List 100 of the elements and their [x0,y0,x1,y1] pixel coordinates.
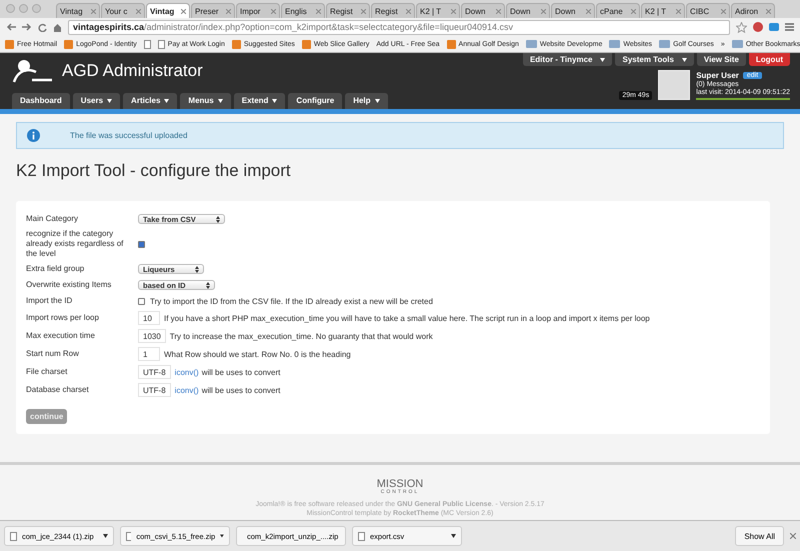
close-icon[interactable] [541,8,546,14]
select-arrows-icon [206,282,210,288]
browser-tab[interactable]: CIBC [686,3,730,18]
caret-icon [374,99,380,103]
toolbar-button[interactable]: System Tools [615,53,694,66]
hint-text: will be uses to convert [202,386,280,394]
iconv-link[interactable]: iconv() [174,386,199,394]
caret-icon [107,99,112,103]
hint-text: If you have a short PHP max_execution_time you will have to take a small value here. The script run in a loop and import x items per loop [164,314,650,322]
close-icon[interactable] [136,8,141,14]
address-bar[interactable]: vintagespirits.ca/administrator/index.php?option=com_k2import&task=selectcategory&file=liqueur040914.csv [68,20,730,34]
file-icon [126,532,132,540]
close-icon[interactable] [361,8,366,14]
menu-tab[interactable]: Menus [180,93,231,109]
field-label: recognize if the category already exists regardless of the level [26,229,124,259]
browser-tab[interactable]: Impor [236,3,280,18]
user-name: Super User [696,71,739,80]
browser-tab[interactable]: K2 | T [641,3,685,18]
site-title: AGD Administrator [62,61,203,81]
menu-tab[interactable]: Articles [123,93,178,109]
hint-text: Try to increase the max_execution_time. No guaranty that that would work [170,332,433,340]
input-field[interactable]: 1030 [138,329,166,343]
caret-icon [600,58,606,62]
close-icon[interactable] [316,8,321,14]
caret-icon [682,58,687,62]
input-field[interactable]: 10 [138,311,160,325]
bookmark-link[interactable] [144,40,151,48]
browser-tab[interactable]: Vintag [146,3,190,18]
menu-icon[interactable] [785,23,794,31]
site-icon [302,40,311,48]
close-icon[interactable] [676,8,681,14]
logo-icon [12,58,54,84]
menu-tab[interactable]: Users [72,93,120,109]
page-title: K2 Import Tool - configure the import [16,161,292,181]
footer-logo-text: MISSION [376,479,424,490]
browser-tab[interactable]: Englis [281,3,325,18]
forward-arrow-icon[interactable] [22,23,32,31]
select-arrows-icon [194,266,199,272]
close-icon[interactable] [766,8,771,14]
hint-text: will be uses to convert [202,368,280,376]
menu-tab[interactable]: Extend [234,93,286,109]
show-all-button[interactable]: Show All [735,526,784,546]
folder-icon [526,40,537,48]
browser-tab[interactable]: Down [506,3,550,18]
caret-icon [220,534,224,538]
browser-tab[interactable]: Preser [191,3,235,18]
checkbox[interactable] [138,240,145,248]
close-icon[interactable] [496,8,501,14]
browser-tab[interactable]: Down [461,3,505,18]
field-label: Import rows per loop [26,313,100,323]
browser-tab[interactable]: cPane [596,3,640,18]
field-label: Max execution time [26,331,96,341]
close-icon[interactable] [721,8,726,14]
hint-text: What Row should we start. Row No. 0 is the heading [164,350,351,358]
menu-tab[interactable]: Configure [288,93,342,109]
toolbar-button[interactable]: View Site [696,53,746,66]
close-icon[interactable] [271,8,276,14]
folder-icon [609,40,620,48]
toolbar-button[interactable]: Editor - Tinymce [522,53,612,66]
browser-tab[interactable]: Adiron [731,3,775,18]
info-icon [27,129,40,142]
site-icon [64,40,74,48]
close-icon[interactable] [181,8,186,14]
browser-tab[interactable]: Regist [326,3,370,18]
field-label: Database charset [26,385,90,395]
field-label: Import the ID [26,296,74,306]
star-icon[interactable] [736,22,747,32]
close-icon[interactable] [226,8,231,14]
caret-icon [451,534,456,538]
browser-tab[interactable]: Regist [371,3,415,18]
site-icon [232,40,241,48]
menu-tab[interactable]: Help [345,93,388,109]
caret-icon [272,99,278,103]
close-icon[interactable] [790,533,796,539]
message-text: The file was successful uploaded [70,131,188,140]
input-field[interactable]: UTF-8 [138,365,171,379]
avatar-placeholder [658,70,690,100]
menu-tab[interactable]: Dashboard [12,93,70,109]
reload-icon[interactable] [38,22,47,32]
browser-tab[interactable]: Down [551,3,595,18]
close-icon[interactable] [586,8,591,14]
browser-tab[interactable]: Your c [101,3,145,18]
close-icon[interactable] [91,8,96,14]
browser-tab[interactable]: K2 | T [416,3,460,18]
input-field[interactable]: UTF-8 [138,383,171,397]
toolbar-button[interactable]: Logout [748,53,790,66]
checkbox[interactable] [138,298,145,304]
file-icon [358,532,365,540]
close-icon[interactable] [406,8,411,14]
close-icon[interactable] [451,8,456,14]
iconv-link[interactable]: iconv() [174,368,199,376]
field-label: Main Category [26,214,80,224]
site-icon [446,40,456,48]
close-icon[interactable] [631,8,636,14]
input-field[interactable]: 1 [138,347,160,361]
hint-text: Try to import the ID from the CSV file. If the ID already exist a new will be creted [150,296,433,306]
field-label: File charset [26,367,68,377]
home-icon[interactable] [53,22,62,32]
browser-tab[interactable]: Vintag [56,3,100,18]
back-arrow-icon[interactable] [6,23,16,31]
